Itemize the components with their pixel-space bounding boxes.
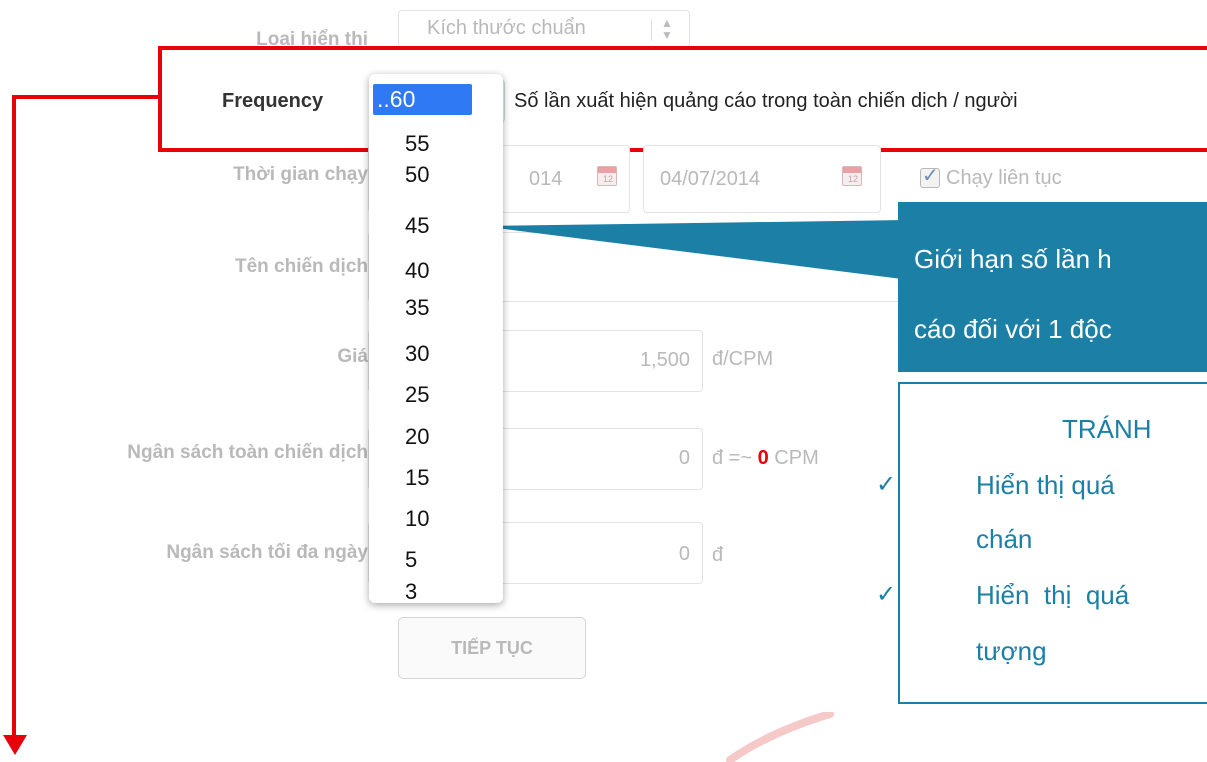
price-label: Giá [337,346,368,367]
avoid-item-2-line-2: tượng [976,636,1047,666]
dropdown-option-selected[interactable]: ..60 [373,84,472,115]
avoid-item-1-line-1: Hiển thị quá [976,470,1115,500]
dropdown-option[interactable]: 50 [369,161,503,188]
chevron-updown-icon: ▲ ▼ [661,16,673,42]
frequency-dropdown[interactable]: ..60 55 50 45 40 35 30 25 20 15 10 5 3 [369,74,503,605]
total-budget-unit-pre: đ =~ [712,447,753,469]
total-budget-unit: đ =~ 0 CPM [712,447,819,470]
run-time-label: Thời gian chạy [233,164,368,185]
dropdown-option[interactable]: 20 [369,423,503,450]
check-icon: ✓ [922,165,939,187]
callout-line-2: cáo đối với 1 độc [914,314,1112,344]
continue-button-label: TIẾP TỤC [451,638,533,658]
avoid-item-2-line-1: Hiển thị quá [976,580,1130,610]
start-date-value: 014 [529,168,563,190]
callout-pointer [480,220,910,280]
avoid-title: TRÁNH [1062,414,1152,444]
arrow-vertical-segment [12,95,16,745]
frequency-label: Frequency [222,90,324,112]
dropdown-option[interactable]: 30 [369,340,503,367]
calendar-icon[interactable]: 12 [597,166,617,186]
dropdown-option[interactable]: 25 [369,381,503,408]
total-budget-label: Ngân sách toàn chiến dịch [127,442,368,463]
avoid-box: TRÁNH ✓ Hiển thị quá chán ✓ Hiển thị quá… [876,382,1207,704]
dropdown-option[interactable]: 15 [369,464,503,491]
select-updown-icon [651,19,652,41]
dropdown-option[interactable]: 55 [369,130,503,157]
check-icon: ✓ [876,471,897,498]
display-type-value: Kích thước chuẩn [427,17,586,39]
daily-budget-value: 0 [678,543,690,565]
daily-budget-label: Ngân sách tối đa ngày [166,542,368,563]
dropdown-option[interactable]: 40 [369,257,503,284]
frequency-description: Số lần xuất hiện quảng cáo trong toàn ch… [514,90,1018,112]
callout-line-1: Giới hạn số lần h [914,244,1112,274]
end-date-value: 04/07/2014 [660,168,761,190]
display-type-select[interactable]: Kích thước chuẩn ▲ ▼ [398,10,690,48]
avoid-item-1-line-2: chán [976,524,1033,554]
campaign-name-label: Tên chiến dịch [234,256,368,277]
arrow-down-icon [3,735,27,755]
continuous-label: Chạy liên tục [946,167,1062,189]
callout-box: Giới hạn số lần h cáo đối với 1 độc [898,202,1207,372]
dropdown-option[interactable]: 10 [369,505,503,532]
check-icon: ✓ [876,581,897,608]
daily-budget-unit: đ [712,544,724,566]
continuous-checkbox[interactable]: ✓ [920,165,940,188]
calendar-icon[interactable]: 12 [842,166,862,186]
dropdown-option[interactable]: 35 [369,294,503,321]
dropdown-option[interactable]: 45 [369,212,503,239]
continue-button[interactable]: TIẾP TỤC [398,617,586,679]
decorative-brush-stroke [726,712,834,762]
arrow-horizontal-segment [12,95,158,99]
dropdown-option[interactable]: 5 [369,546,503,573]
total-budget-value: 0 [678,447,690,469]
dropdown-option[interactable]: 3 [369,578,503,605]
total-budget-unit-post: CPM [774,447,819,469]
total-budget-cpm-value: 0 [757,447,769,469]
